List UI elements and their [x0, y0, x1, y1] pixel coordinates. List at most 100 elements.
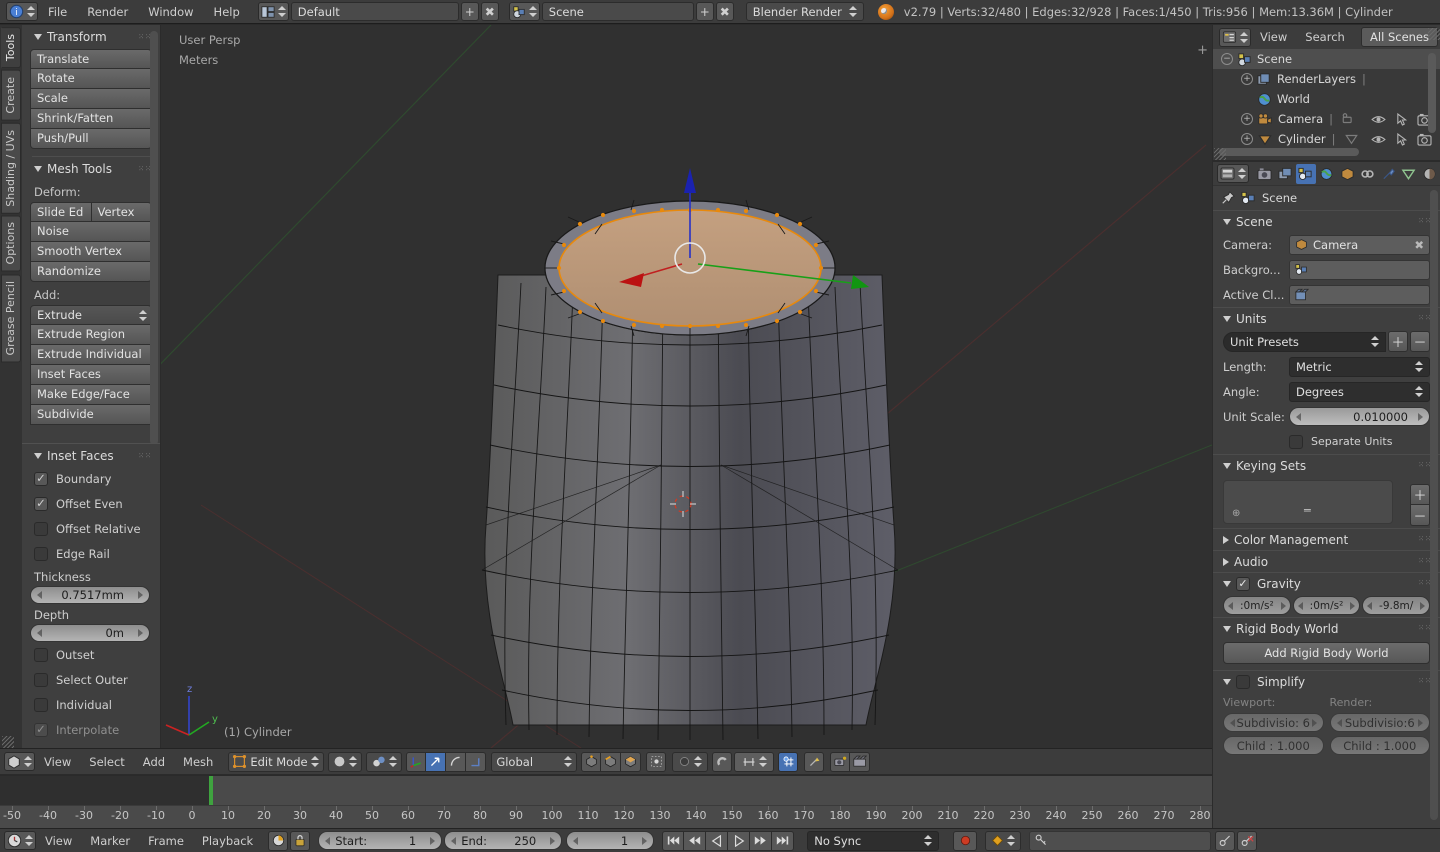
- gravity-z-field[interactable]: -9.8m/: [1362, 596, 1431, 615]
- remove-keying-set-button[interactable]: －: [1410, 505, 1430, 526]
- screen-layout-icon-button[interactable]: [257, 2, 289, 21]
- hide-in-viewport-icon[interactable]: [1371, 114, 1386, 125]
- scene-browse-button[interactable]: [508, 2, 540, 21]
- panel-units-header[interactable]: Units: [1213, 307, 1440, 329]
- decrement-arrow-icon[interactable]: [573, 836, 579, 845]
- manipulator-rotate-button[interactable]: [446, 751, 467, 772]
- render-opengl-animation-button[interactable]: [850, 751, 871, 772]
- outliner-row-renderlayers[interactable]: + RenderLayers |: [1213, 69, 1440, 89]
- timeline-editor-type-selector[interactable]: [4, 831, 36, 850]
- menu-render[interactable]: Render: [77, 0, 138, 24]
- disable-in-render-icon[interactable]: [1417, 133, 1432, 146]
- list-grip-icon[interactable]: ═: [1304, 504, 1311, 517]
- checkbox-row-offset-even[interactable]: ✓ Offset Even: [22, 491, 160, 516]
- toolshelf-scrollbar-upper[interactable]: [150, 31, 158, 445]
- keying-sets-list[interactable]: ⊕ ═: [1223, 480, 1393, 524]
- gravity-y-field[interactable]: :0m/s²: [1292, 596, 1361, 615]
- checkbox-row-interpolate[interactable]: ✓ Interpolate: [22, 717, 160, 742]
- tab-material[interactable]: [1420, 164, 1440, 184]
- increment-arrow-icon[interactable]: [1350, 601, 1356, 610]
- disable-selection-icon[interactable]: [1396, 112, 1407, 126]
- auto-keyframe-record-button[interactable]: [953, 830, 978, 851]
- add-unit-preset-button[interactable]: ＋: [1388, 331, 1408, 352]
- viewport-menu-select[interactable]: Select: [80, 749, 133, 775]
- outliner-row-camera[interactable]: + Camera |: [1213, 109, 1440, 129]
- panel-inset-faces-header[interactable]: Inset Faces: [22, 446, 160, 466]
- decrement-arrow-icon[interactable]: [1230, 718, 1235, 727]
- outliner-display-mode[interactable]: All Scenes: [1361, 27, 1438, 47]
- snap-target-button[interactable]: [778, 751, 799, 772]
- checkbox-row-outset[interactable]: Outset: [22, 642, 160, 667]
- manipulator-toggle-button[interactable]: [406, 751, 427, 772]
- keying-mode-selector[interactable]: [985, 830, 1022, 851]
- use-preview-range-button[interactable]: [268, 830, 289, 851]
- panel-gravity-header[interactable]: ✓ Gravity: [1213, 572, 1440, 594]
- simplify-render-subdivision-field[interactable]: Subdivisio:6: [1329, 713, 1430, 732]
- hide-in-viewport-icon[interactable]: [1371, 134, 1386, 145]
- thickness-slider[interactable]: 0.7517mm: [30, 586, 150, 604]
- panel-keying-sets-header[interactable]: Keying Sets: [1213, 454, 1440, 476]
- outliner-row-world[interactable]: World: [1213, 89, 1440, 109]
- tool-smooth-vertex[interactable]: Smooth Vertex: [30, 242, 152, 262]
- decrement-arrow-icon[interactable]: [37, 591, 42, 599]
- limit-selection-visible-button[interactable]: [646, 751, 667, 772]
- tool-extrude-individual[interactable]: Extrude Individual: [30, 345, 152, 365]
- decrement-arrow-icon[interactable]: [451, 836, 457, 845]
- increment-arrow-icon[interactable]: [550, 836, 556, 845]
- increment-arrow-icon[interactable]: [1418, 412, 1423, 421]
- snap-element-selector[interactable]: [734, 751, 775, 772]
- decrement-arrow-icon[interactable]: [1297, 601, 1303, 610]
- frame-start-field[interactable]: Start: 1: [318, 831, 443, 850]
- interpolate-checkbox[interactable]: ✓: [34, 722, 48, 737]
- decrement-arrow-icon[interactable]: [37, 629, 42, 637]
- area-resize-grip[interactable]: [1214, 148, 1226, 160]
- tool-subdivide[interactable]: Subdivide: [30, 405, 152, 425]
- tool-randomize[interactable]: Randomize: [30, 262, 152, 282]
- tool-make-edge-face[interactable]: Make Edge/Face: [30, 385, 152, 405]
- outliner-vertical-scrollbar[interactable]: [1428, 53, 1436, 133]
- tool-extrude-dropdown[interactable]: Extrude: [30, 305, 152, 325]
- panel-color-management-header[interactable]: Color Management: [1213, 528, 1440, 550]
- area-resize-grip[interactable]: [2, 736, 14, 748]
- menu-file[interactable]: File: [38, 0, 77, 24]
- transform-orientation-selector[interactable]: Global: [491, 751, 578, 772]
- outliner-menu-view[interactable]: View: [1251, 24, 1296, 50]
- tool-extrude-region[interactable]: Extrude Region: [30, 325, 152, 345]
- pivot-point-selector[interactable]: [366, 751, 403, 772]
- gravity-checkbox[interactable]: ✓: [1236, 576, 1250, 591]
- pivot-transform-button[interactable]: [804, 751, 825, 772]
- tool-noise[interactable]: Noise: [30, 222, 152, 242]
- individual-checkbox[interactable]: [34, 697, 48, 712]
- simplify-viewport-subdivision-field[interactable]: Subdivisio: 6: [1223, 713, 1324, 732]
- collapse-icon[interactable]: −: [1221, 53, 1233, 65]
- expand-icon[interactable]: +: [1241, 113, 1253, 125]
- increment-arrow-icon[interactable]: [138, 591, 143, 599]
- manipulator-translate-button[interactable]: [426, 751, 447, 772]
- area-resize-grip[interactable]: [1428, 28, 1440, 40]
- background-scene-field[interactable]: [1289, 259, 1430, 280]
- properties-editor-type-selector[interactable]: [1217, 164, 1249, 183]
- tab-render-layers[interactable]: [1276, 164, 1296, 184]
- outset-checkbox[interactable]: [34, 647, 48, 662]
- simplify-render-child-field[interactable]: Child : 1.000: [1329, 736, 1430, 755]
- render-opengl-image-button[interactable]: [830, 751, 851, 772]
- info-editor-type-selector[interactable]: i: [6, 2, 38, 21]
- delete-scene-button[interactable]: ✖: [715, 2, 734, 21]
- outliner-editor-type-selector[interactable]: [1219, 27, 1251, 47]
- jump-to-end-button[interactable]: [772, 830, 795, 851]
- tab-options[interactable]: Options: [1, 215, 21, 272]
- active-clip-field[interactable]: [1289, 284, 1430, 305]
- viewport-shading-selector[interactable]: [328, 751, 363, 772]
- tab-modifiers[interactable]: [1378, 164, 1398, 184]
- tab-constraints[interactable]: [1358, 164, 1378, 184]
- camera-field[interactable]: Camera ✖: [1289, 234, 1430, 255]
- decrement-arrow-icon[interactable]: [325, 836, 331, 845]
- tool-rotate[interactable]: Rotate: [30, 69, 152, 89]
- edge-select-mode-button[interactable]: [601, 751, 622, 772]
- checkbox-row-boundary[interactable]: ✓ Boundary: [22, 466, 160, 491]
- outliner-tree[interactable]: − Scene + RenderLayers | World + Camera …: [1213, 49, 1440, 160]
- clear-camera-icon[interactable]: ✖: [1414, 238, 1424, 252]
- checkbox-row-select-outer[interactable]: Select Outer: [22, 667, 160, 692]
- tab-world[interactable]: [1317, 164, 1337, 184]
- panel-rigid-body-world-header[interactable]: Rigid Body World: [1213, 617, 1440, 639]
